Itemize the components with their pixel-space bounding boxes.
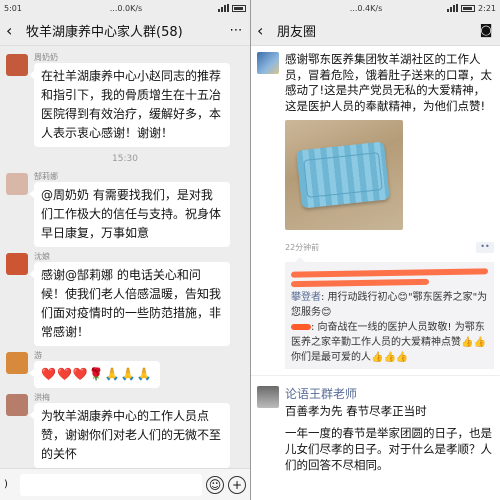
status-bar: 5:01 ...0.0K/s: [0, 0, 250, 16]
network-speed: ...0.4K/s: [349, 3, 383, 13]
message: 游 ❤️❤️❤️🌹🙏🙏🙏: [6, 350, 244, 388]
post-time: 22分钟前: [285, 242, 320, 252]
signal-icon: [447, 4, 459, 12]
comment-text: : 向奋战在一线的医护人员致敬! 为鄂东医养之家辛勤工作人员的大爱精神点赞👍👍你…: [291, 322, 486, 363]
group-chat-screen: 5:01 ...0.0K/s ‹ 牧羊湖康养中心家人群(58) ⋯ 周奶奶 在社…: [0, 0, 250, 500]
status-time: 2:21: [478, 3, 496, 13]
masks-image: [296, 141, 390, 209]
chat-header: ‹ 牧羊湖康养中心家人群(58) ⋯: [0, 16, 250, 46]
comment[interactable]: 攀登者: 用行动践行初心😊"鄂东医养之家"为您服务😊: [291, 290, 488, 320]
message-input[interactable]: [20, 473, 202, 496]
message-bubble[interactable]: @周奶奶 有需要找我们，是对我们工作极大的信任与支持。祝身体早日康复，万事如意: [29, 182, 230, 247]
redaction-mark: [290, 278, 429, 288]
avatar[interactable]: [6, 394, 28, 416]
post-text: 一年一度的春节是举家团圆的日子，也是儿女们尽孝的日子。对于什么是孝顺？人们的回答…: [285, 426, 492, 472]
chat-title: 牧羊湖康养中心家人群(58): [26, 25, 183, 40]
status-icons: 2:21: [447, 4, 496, 13]
moments-header: ‹ 朋友圈 ◙: [251, 16, 500, 46]
message-bubble[interactable]: 感谢@郜莉娜 的电话关心和问候！使我们老人倍感温暖，告知我们面对疫情时的一些防范…: [29, 262, 230, 346]
more-icon[interactable]: ⋯: [228, 23, 244, 38]
avatar[interactable]: [6, 54, 28, 76]
post-text: 感谢鄂东医养集团牧羊湖社区的工作人员，冒着危险，饿着肚子送来的口罩，太感动了!这…: [285, 52, 492, 113]
comment-text: : 用行动践行初心😊"鄂东医养之家"为您服务😊: [291, 292, 488, 318]
avatar[interactable]: [6, 352, 28, 374]
avatar[interactable]: [6, 173, 28, 195]
avatar[interactable]: [257, 386, 279, 408]
post-author[interactable]: 论语王群老师: [285, 386, 494, 402]
plus-icon[interactable]: +: [228, 475, 246, 494]
chat-input-bar: ) ☺ +: [0, 468, 250, 500]
message: 郜莉娜 @周奶奶 有需要找我们，是对我们工作极大的信任与支持。祝身体早日康复，万…: [6, 171, 244, 247]
battery-icon: [232, 4, 246, 12]
avatar[interactable]: [257, 52, 279, 74]
status-bar: ...0.4K/s 2:21: [251, 0, 500, 16]
comment-box: 攀登者: 用行动践行初心😊"鄂东医养之家"为您服务😊 : 向奋战在一线的医护人员…: [285, 257, 494, 369]
comment[interactable]: : 向奋战在一线的医护人员致敬! 为鄂东医养之家辛勤工作人员的大爱精神点赞👍👍你…: [291, 320, 488, 365]
voice-icon[interactable]: ): [4, 479, 16, 490]
sender-name: 郜莉娜: [34, 172, 58, 181]
back-icon[interactable]: ‹: [6, 21, 22, 40]
redaction-mark: [290, 268, 489, 278]
message: 洪梅 为牧羊湖康养中心的工作人员点赞，谢谢你们对老人们的无微不至的关怀: [6, 392, 244, 468]
sender-name: 周奶奶: [34, 53, 58, 62]
emoji-icon[interactable]: ☺: [206, 475, 224, 494]
status-time: 5:01: [4, 3, 22, 13]
message-bubble[interactable]: 为牧羊湖康养中心的工作人员点赞，谢谢你们对老人们的无微不至的关怀: [29, 403, 230, 468]
message-bubble[interactable]: ❤️❤️❤️🌹🙏🙏🙏: [29, 361, 160, 388]
back-icon[interactable]: ‹: [257, 21, 273, 40]
message-timestamp: 15:30: [112, 154, 138, 164]
message: 沈娘 感谢@郜莉娜 的电话关心和问候！使我们老人倍感温暖，告知我们面对疫情时的一…: [6, 251, 244, 346]
battery-icon: [461, 4, 476, 12]
moment-post: 论语王群老师 百善孝为先 春节尽孝正当时 一年一度的春节是举家团圆的日子，也是儿…: [251, 375, 500, 473]
message: 周奶奶 在社羊湖康养中心小赵同志的推荐和指引下，我的骨质增生在十五冶医院得到有效…: [6, 52, 244, 147]
sender-name: 沈娘: [34, 252, 50, 261]
post-meta: 22分钟前 ••: [285, 240, 494, 254]
sender-name: 游: [34, 351, 42, 360]
network-speed: ...0.0K/s: [109, 3, 143, 13]
redaction-mark: [291, 324, 311, 330]
message-list[interactable]: 周奶奶 在社羊湖康养中心小赵同志的推荐和指引下，我的骨质增生在十五冶医院得到有效…: [0, 46, 250, 470]
moments-title: 朋友圈: [277, 25, 317, 40]
avatar[interactable]: [6, 253, 28, 275]
status-icons: [218, 4, 246, 12]
post-photo[interactable]: [285, 120, 403, 230]
sender-name: 洪梅: [34, 393, 50, 402]
camera-icon[interactable]: ◙: [478, 23, 494, 38]
moments-screen: ...0.4K/s 2:21 ‹ 朋友圈 ◙ 感谢鄂东医养集团牧羊湖社区的工作人…: [251, 0, 500, 500]
comment-author[interactable]: 攀登者: [291, 292, 321, 303]
message-bubble[interactable]: 在社羊湖康养中心小赵同志的推荐和指引下，我的骨质增生在十五冶医院得到有效治疗，缓…: [29, 63, 230, 147]
signal-icon: [218, 4, 229, 12]
post-headline: 百善孝为先 春节尽孝正当时: [285, 404, 427, 418]
moment-post: 感谢鄂东医养集团牧羊湖社区的工作人员，冒着危险，饿着肚子送来的口罩，太感动了!这…: [251, 46, 500, 369]
comment-menu-icon[interactable]: ••: [476, 241, 494, 253]
